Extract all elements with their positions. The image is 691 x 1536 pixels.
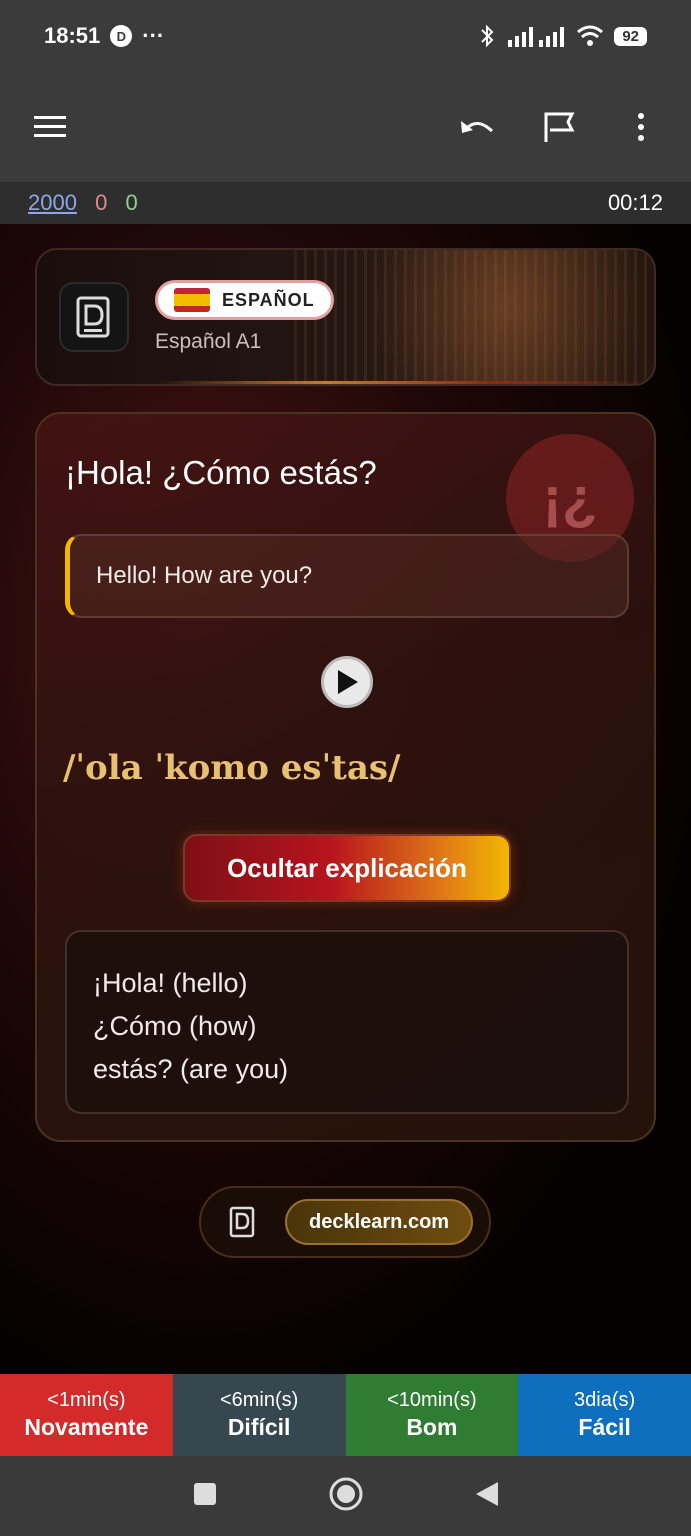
answer-label: Difícil (227, 1414, 291, 1440)
signal-icon (508, 27, 565, 47)
flashcard: ¡¿ ¡Hola! ¿Cómo estás? Hello! How are yo… (35, 412, 656, 1142)
card-content: ESPAÑOL Español A1 ¡¿ ¡Hola! ¿Cómo estás… (0, 224, 691, 1374)
deck-name: Español A1 (155, 330, 262, 353)
answer-good-button[interactable]: <10min(s) Bom (345, 1374, 519, 1456)
city-background-image (294, 250, 654, 384)
learning-count: 0 (95, 190, 108, 215)
timer: 00:12 (607, 190, 663, 215)
answer-hard-button[interactable]: <6min(s) Difícil (172, 1374, 346, 1456)
language-label: ESPAÑOL (222, 289, 315, 310)
battery-indicator: 92 (614, 26, 647, 46)
flag-icon[interactable] (539, 107, 579, 147)
explanation-line: ¡Hola! (hello) (93, 968, 248, 998)
website-link[interactable]: decklearn.com (285, 1199, 474, 1245)
answer-again-button[interactable]: <1min(s) Novamente (0, 1374, 173, 1456)
translation-box: Hello! How are you? (65, 534, 629, 618)
bluetooth-icon (481, 24, 494, 48)
footer-brand: decklearn.com (199, 1186, 491, 1258)
toggle-explanation-button[interactable]: Ocultar explicación (183, 834, 511, 902)
undo-icon[interactable] (457, 107, 497, 147)
answer-buttons: <1min(s) Novamente <6min(s) Difícil <10m… (0, 1374, 691, 1456)
spain-flag-icon (174, 288, 210, 312)
answer-interval: 3dia(s) (574, 1389, 636, 1411)
explanation-line: estás? (are you) (93, 1054, 289, 1084)
play-icon[interactable] (321, 656, 373, 708)
language-badge: ESPAÑOL (155, 280, 334, 320)
sentence-text: ¡Hola! ¿Cómo estás? (65, 454, 377, 491)
translation-text: Hello! How are you? (96, 562, 313, 589)
new-count[interactable]: 2000 (28, 190, 77, 215)
ipa-transcription: /ˈola ˈkomo esˈtas/ (63, 748, 401, 788)
system-nav-bar (0, 1456, 691, 1536)
review-count: 0 (125, 190, 138, 215)
explanation-box: ¡Hola! (hello) ¿Cómo (how) estás? (are y… (65, 930, 629, 1114)
answer-easy-button[interactable]: 3dia(s) Fácil (518, 1374, 691, 1456)
answer-interval: <10min(s) (387, 1389, 477, 1411)
answer-interval: <1min(s) (47, 1389, 126, 1411)
answer-label: Bom (406, 1414, 458, 1440)
answer-label: Fácil (578, 1414, 631, 1440)
app-notification-icon: D (110, 25, 133, 47)
square-nav-icon[interactable] (192, 1481, 218, 1512)
wifi-icon (577, 25, 604, 46)
top-toolbar (0, 72, 691, 182)
explanation-line: ¿Cómo (how) (93, 1011, 257, 1041)
card-counts-bar: 2000 0 0 00:12 (0, 182, 691, 224)
deck-logo-icon (59, 282, 129, 352)
status-bar: 18:51 D ··· 92 (0, 0, 691, 72)
more-vert-icon[interactable] (621, 107, 661, 147)
home-nav-icon[interactable] (328, 1476, 364, 1517)
status-time: 18:51 (44, 23, 101, 48)
answer-label: Novamente (24, 1414, 149, 1440)
deck-header: ESPAÑOL Español A1 (35, 248, 656, 386)
status-more-dots: ··· (142, 23, 165, 48)
menu-icon[interactable] (30, 107, 70, 147)
answer-interval: <6min(s) (219, 1389, 299, 1411)
back-nav-icon[interactable] (474, 1480, 500, 1513)
deck-logo-small-icon (225, 1205, 259, 1239)
